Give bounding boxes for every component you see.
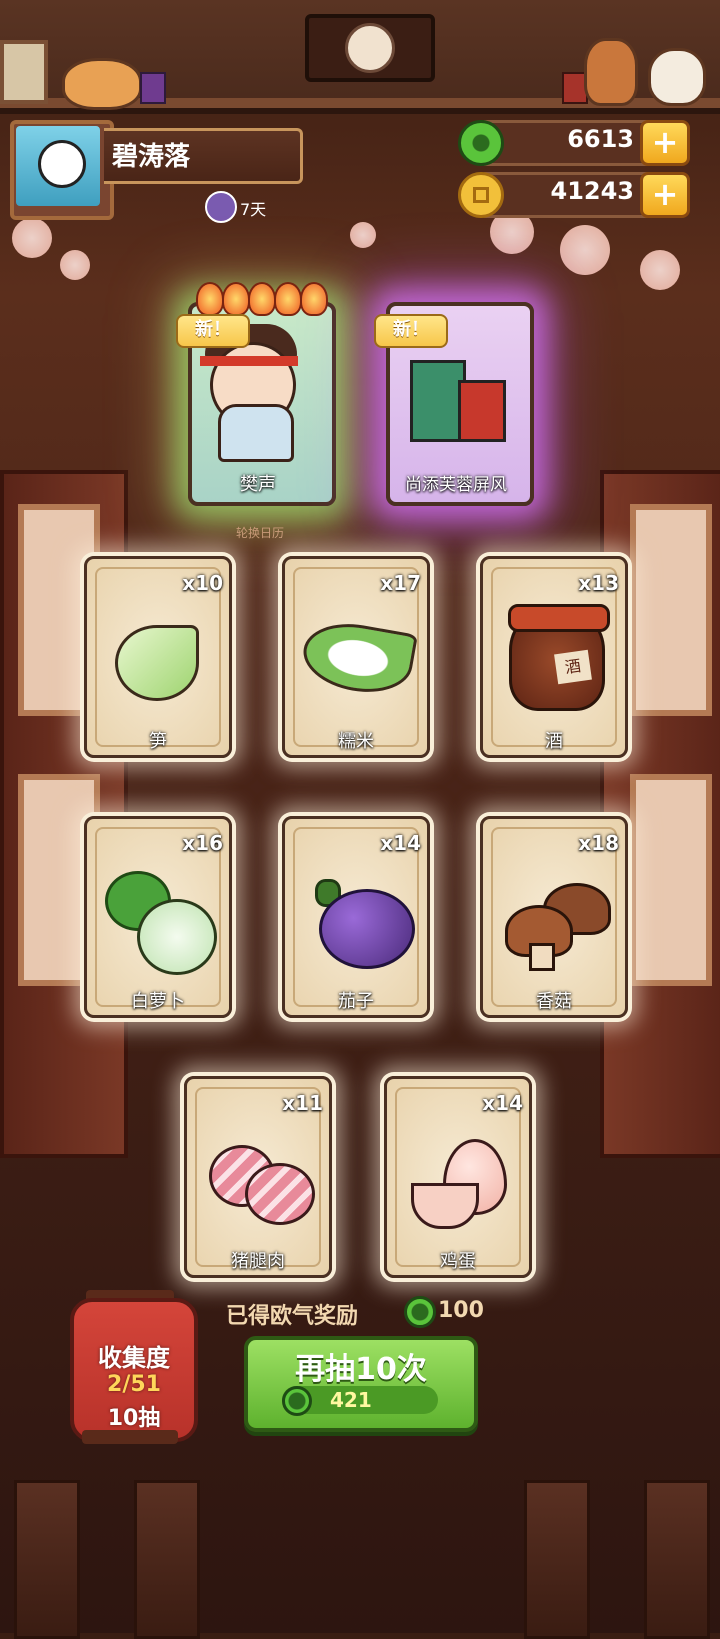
item-card[interactable]: x14 鸡蛋 — [384, 1076, 532, 1278]
featured-name: 樊声 — [240, 474, 276, 495]
flame-icon — [300, 282, 328, 316]
item-name: 茄子 — [338, 991, 374, 1012]
mushroom-stem-art — [529, 943, 555, 971]
featured-name: 尚添芙蓉屏风 — [405, 475, 507, 495]
panda-avatar-face — [38, 140, 86, 188]
luck-reward-value: 100 — [438, 1298, 484, 1323]
eggplant-art — [319, 889, 415, 969]
new-tag: 新！ — [176, 314, 250, 348]
jade-icon — [282, 1386, 312, 1416]
blossom — [560, 225, 610, 275]
cabinet-art — [458, 380, 506, 442]
hanging-scroll — [305, 14, 435, 82]
item-name: 鸡蛋 — [440, 1251, 476, 1272]
add-coin-button[interactable]: + — [640, 172, 690, 218]
new-tag: 新！ — [374, 314, 448, 348]
item-qty: x17 — [380, 571, 421, 595]
lantern-bottom — [82, 1430, 178, 1444]
item-card[interactable]: 酒 x13 酒 — [480, 556, 628, 758]
pork-slice-art — [245, 1163, 315, 1225]
white-radish-art — [137, 899, 217, 975]
draw-again-label: 再抽10次 — [295, 1352, 427, 1387]
jar-label: 酒 — [554, 649, 592, 685]
item-name: 酒 — [545, 731, 563, 752]
blossom — [350, 222, 376, 248]
item-name: 笋 — [149, 731, 167, 752]
blossom — [12, 218, 52, 258]
orange-cat — [62, 58, 142, 110]
hero-headband — [200, 356, 298, 366]
girl-figure — [584, 38, 638, 106]
bamboo-shoot-art — [115, 625, 199, 701]
collection-draws: 10抽 — [107, 1406, 161, 1431]
jade-value: 6613 — [567, 125, 634, 153]
blossom — [640, 250, 680, 290]
item-qty: x16 — [182, 831, 223, 855]
hero-robe — [218, 404, 294, 462]
flame-icon — [196, 282, 224, 316]
fence-post — [524, 1480, 590, 1639]
collection-title: 收集度 — [98, 1344, 170, 1372]
vip-days: 7天 — [240, 200, 267, 219]
item-qty: x14 — [380, 831, 421, 855]
item-name: 猪腿肉 — [231, 1251, 285, 1272]
add-jade-button[interactable]: + — [640, 120, 690, 166]
item-qty: x11 — [282, 1091, 323, 1115]
item-qty: x14 — [482, 1091, 523, 1115]
fence-post — [134, 1480, 200, 1639]
collection-progress: 2/51 — [107, 1372, 161, 1397]
fence-post — [14, 1480, 80, 1639]
item-name: 白萝卜 — [131, 991, 185, 1012]
paw-frame — [0, 40, 48, 104]
coin-value: 41243 — [550, 177, 635, 205]
jade-icon — [404, 1296, 436, 1328]
item-card[interactable]: x11 猪腿肉 — [184, 1076, 332, 1278]
flame-icon — [222, 282, 250, 316]
item-card[interactable]: x16 白萝卜 — [84, 816, 232, 1018]
item-card[interactable]: x10 笋 — [84, 556, 232, 758]
wine-jar-art: 酒 — [508, 604, 610, 711]
vip-icon[interactable] — [205, 191, 237, 223]
player-name: 碧涛落 — [112, 142, 191, 172]
item-card[interactable]: x14 茄子 — [282, 816, 430, 1018]
item-card[interactable]: x18 香菇 — [480, 816, 628, 1018]
item-qty: x10 — [182, 571, 223, 595]
flame-icon — [248, 282, 276, 316]
luck-reward-label: 已得欧气奖励 — [226, 1304, 359, 1329]
item-name: 糯米 — [338, 731, 374, 752]
item-card[interactable]: x17 糯米 — [282, 556, 430, 758]
fence-post — [644, 1480, 710, 1639]
blossom — [60, 250, 90, 280]
white-cat — [648, 48, 706, 106]
item-name: 香菇 — [536, 991, 572, 1012]
item-qty: x13 — [578, 571, 619, 595]
flame-icon — [274, 282, 302, 316]
rotation-calendar-label: 轮换日历 — [235, 526, 284, 540]
draw-cost: 421 — [330, 1388, 372, 1412]
item-qty: x18 — [578, 831, 619, 855]
purple-box — [140, 72, 166, 104]
